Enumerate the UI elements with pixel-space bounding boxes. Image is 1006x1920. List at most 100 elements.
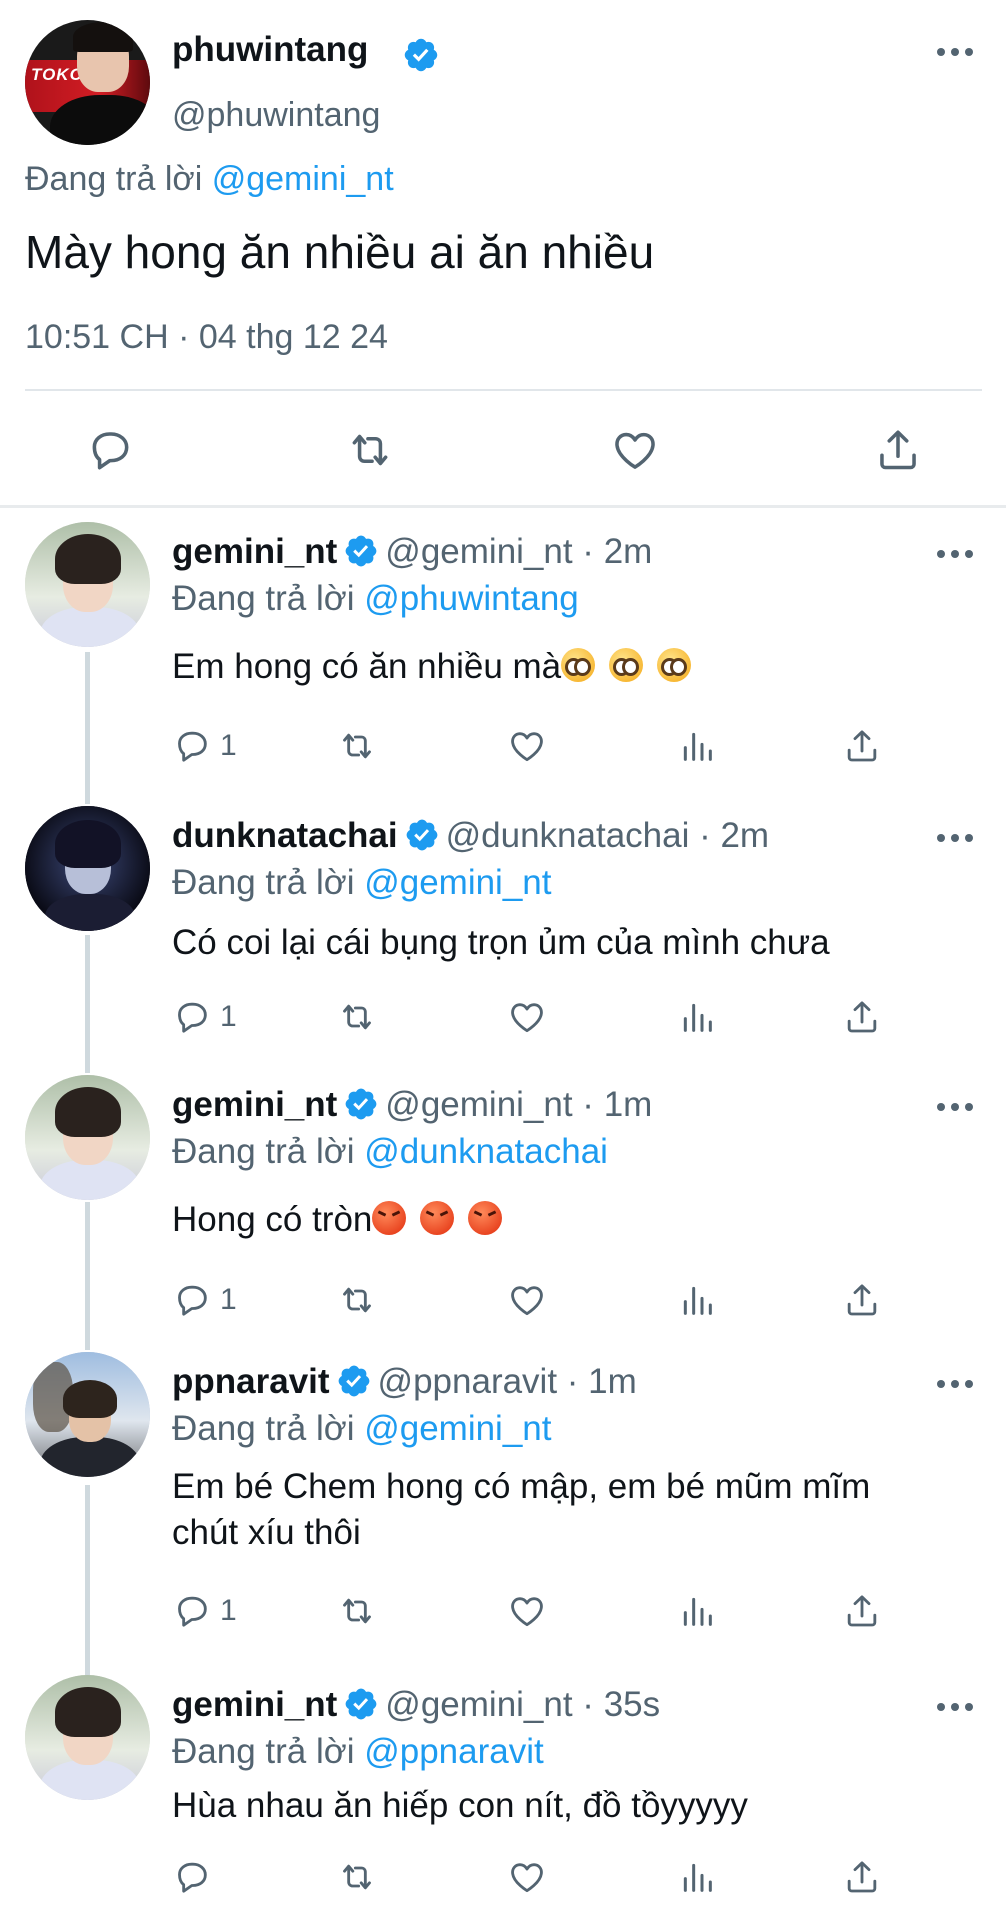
- views-button[interactable]: [677, 995, 717, 1039]
- share-icon: [842, 997, 882, 1037]
- reply-button[interactable]: 1: [172, 995, 237, 1039]
- angry-face-emoji: [372, 1201, 407, 1235]
- share-button[interactable]: [842, 1855, 882, 1899]
- reply-icon: [172, 1857, 212, 1897]
- replying-to-link[interactable]: @gemini_nt: [364, 863, 551, 902]
- action-bar: [172, 1855, 892, 1899]
- tweet-text: Em hong có ăn nhiều mà: [172, 644, 972, 690]
- more-options-icon[interactable]: [935, 45, 975, 59]
- handle-time[interactable]: @gemini_nt · 35s: [385, 1685, 660, 1724]
- replying-to-link[interactable]: @phuwintang: [364, 579, 579, 618]
- reply-button[interactable]: [172, 1855, 220, 1899]
- handle-time[interactable]: @dunknatachai · 2m: [446, 816, 769, 855]
- display-name[interactable]: gemini_nt: [172, 1685, 337, 1724]
- avatar[interactable]: [25, 806, 150, 931]
- views-button[interactable]: [677, 1589, 717, 1633]
- more-options-icon[interactable]: [935, 547, 975, 561]
- replying-to-link[interactable]: @ppnaravit: [364, 1732, 544, 1771]
- more-options-icon[interactable]: [935, 1377, 975, 1391]
- share-button[interactable]: [842, 724, 882, 768]
- replying-to: Đang trả lời @dunknatachai: [172, 1132, 608, 1171]
- thread-line: [85, 652, 90, 804]
- retweet-button[interactable]: [337, 1589, 377, 1633]
- retweet-icon: [337, 1591, 377, 1631]
- verified-badge-icon: [343, 1086, 379, 1122]
- like-icon: [507, 1857, 547, 1897]
- reply-icon[interactable]: [85, 425, 135, 475]
- retweet-icon: [337, 997, 377, 1037]
- replying-to: Đang trả lời @ppnaravit: [172, 1732, 544, 1771]
- like-icon[interactable]: [610, 425, 660, 475]
- like-icon: [507, 1591, 547, 1631]
- handle-time[interactable]: @ppnaravit · 1m: [378, 1362, 637, 1401]
- share-button[interactable]: [842, 1278, 882, 1322]
- action-bar: 1: [172, 1589, 892, 1633]
- avatar[interactable]: [25, 1675, 150, 1800]
- main-tweet: TOKCR phuwintang @phuwintang Đang trả lờ…: [0, 0, 1006, 505]
- handle-time[interactable]: @gemini_nt · 1m: [385, 1085, 652, 1124]
- avatar[interactable]: [25, 1352, 150, 1477]
- action-bar: 1: [172, 724, 892, 768]
- angry-face-emoji: [420, 1201, 455, 1235]
- like-button[interactable]: [507, 1589, 547, 1633]
- section-separator: [0, 505, 1006, 508]
- like-icon: [507, 997, 547, 1037]
- retweet-icon: [337, 726, 377, 766]
- share-icon[interactable]: [873, 425, 923, 475]
- share-icon: [842, 1857, 882, 1897]
- retweet-button[interactable]: [337, 1278, 377, 1322]
- replying-to-link[interactable]: @gemini_nt: [212, 160, 394, 198]
- views-button[interactable]: [677, 1278, 717, 1322]
- angry-face-emoji: [468, 1201, 503, 1235]
- reply-icon: [172, 997, 212, 1037]
- replying-to-link[interactable]: @dunknatachai: [364, 1132, 608, 1171]
- share-button[interactable]: [842, 995, 882, 1039]
- like-button[interactable]: [507, 724, 547, 768]
- views-button[interactable]: [677, 1855, 717, 1899]
- more-options-icon[interactable]: [935, 1700, 975, 1714]
- share-button[interactable]: [842, 1589, 882, 1633]
- retweet-icon: [337, 1857, 377, 1897]
- verified-badge-icon: [402, 36, 440, 74]
- like-button[interactable]: [507, 1855, 547, 1899]
- tweet-text: Em bé Chem hong có mập, em bé mũm mĩm chú…: [172, 1467, 871, 1552]
- pleading-face-emoji: [609, 648, 644, 682]
- display-name[interactable]: gemini_nt: [172, 532, 337, 571]
- replying-to: Đang trả lời @gemini_nt: [172, 863, 552, 902]
- reply-button[interactable]: 1: [172, 1278, 237, 1322]
- more-options-icon[interactable]: [935, 831, 975, 845]
- retweet-icon[interactable]: [345, 425, 395, 475]
- display-name[interactable]: dunknatachai: [172, 816, 398, 855]
- replying-to: Đang trả lời @phuwintang: [172, 579, 579, 618]
- pleading-face-emoji: [561, 648, 596, 682]
- avatar[interactable]: [25, 1075, 150, 1200]
- views-icon: [677, 997, 717, 1037]
- retweet-button[interactable]: [337, 995, 377, 1039]
- tweet-text: Có coi lại cái bụng trọn ủm của mình chư…: [172, 923, 830, 962]
- replying-to: Đang trả lời @gemini_nt: [25, 160, 394, 198]
- reply-button[interactable]: 1: [172, 1589, 237, 1633]
- reply-icon: [172, 1591, 212, 1631]
- views-button[interactable]: [677, 724, 717, 768]
- pleading-face-emoji: [657, 648, 692, 682]
- retweet-button[interactable]: [337, 1855, 377, 1899]
- display-name[interactable]: ppnaravit: [172, 1362, 330, 1401]
- verified-badge-icon: [343, 1686, 379, 1722]
- reply-button[interactable]: 1: [172, 724, 237, 768]
- verified-badge-icon: [343, 533, 379, 569]
- display-name[interactable]: phuwintang: [172, 30, 368, 70]
- timestamp[interactable]: 10:51 CH · 04 thg 12 24: [25, 318, 388, 357]
- display-name[interactable]: gemini_nt: [172, 1085, 337, 1124]
- like-button[interactable]: [507, 1278, 547, 1322]
- avatar[interactable]: TOKCR: [25, 20, 150, 145]
- retweet-button[interactable]: [337, 724, 377, 768]
- handle-time[interactable]: @gemini_nt · 2m: [385, 532, 652, 571]
- more-options-icon[interactable]: [935, 1100, 975, 1114]
- like-button[interactable]: [507, 995, 547, 1039]
- avatar[interactable]: [25, 522, 150, 647]
- handle[interactable]: @phuwintang: [172, 96, 380, 135]
- like-icon: [507, 726, 547, 766]
- replying-to: Đang trả lời @gemini_nt: [172, 1409, 552, 1448]
- reply-count: 1: [220, 1594, 237, 1627]
- replying-to-link[interactable]: @gemini_nt: [364, 1409, 551, 1448]
